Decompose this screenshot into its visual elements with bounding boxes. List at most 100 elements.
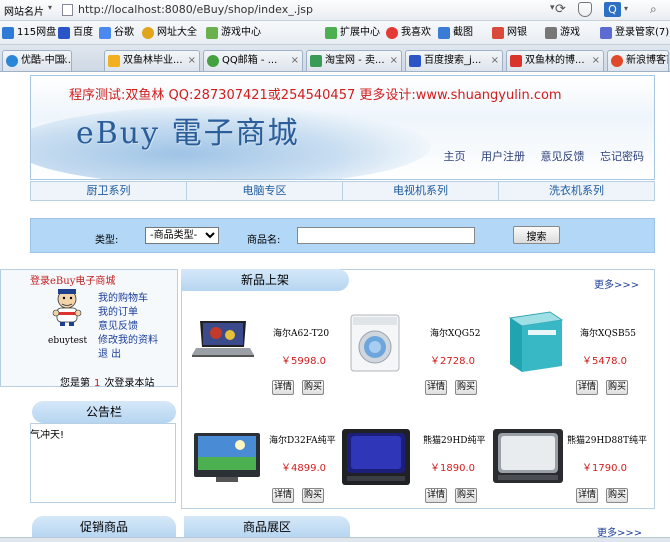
chevron-down-icon[interactable]: ▾ (48, 3, 52, 12)
site-logo: eBuy 電子商城 (76, 116, 300, 151)
tab-blog[interactable]: 双鱼林的博... × (506, 50, 604, 71)
user-panel-title: 登录eBuy电子商城 (30, 276, 116, 287)
buy-button[interactable]: 购买 (606, 488, 629, 503)
scissors-icon (438, 27, 450, 39)
product-price: ￥5998.0 (281, 356, 326, 367)
close-icon[interactable]: × (491, 51, 499, 70)
nav-forgot-password[interactable]: 忘记密码 (600, 150, 644, 163)
link-edit-profile[interactable]: 修改我的资料 (98, 334, 158, 348)
close-icon[interactable]: × (188, 51, 196, 70)
bank-icon (492, 27, 504, 39)
bookmark-screenshot[interactable]: 截图 (438, 25, 473, 41)
site-name-button[interactable]: 网站名片 (4, 3, 44, 18)
buy-button[interactable]: 购买 (455, 380, 478, 395)
link-orders[interactable]: 我的订单 (98, 306, 158, 320)
buy-button[interactable]: 购买 (302, 380, 325, 395)
product-name: 熊猫29HD纯平 (423, 436, 486, 446)
tab-shuangyulin[interactable]: 双鱼林毕业... × (104, 50, 200, 71)
detail-button[interactable]: 详情 (576, 488, 599, 503)
bookmark-baidu[interactable]: 百度 (58, 25, 93, 41)
product-image-crt-tv[interactable] (341, 427, 411, 487)
username: ebuytest (48, 336, 88, 346)
buy-button[interactable]: 购买 (302, 488, 325, 503)
star-icon (108, 55, 120, 67)
product-price: ￥2728.0 (430, 356, 475, 367)
category-washer[interactable]: 洗衣机系列 (499, 182, 654, 200)
product-name-input[interactable] (297, 227, 475, 244)
tab-taobao[interactable]: 淘宝网 - 卖... × (306, 50, 402, 71)
shop-icon (310, 55, 322, 67)
bookmark-login-manager[interactable]: 登录管家(7) (600, 25, 669, 41)
close-icon[interactable]: × (592, 51, 600, 70)
detail-button[interactable]: 详情 (425, 488, 448, 503)
product-image-laptop[interactable] (192, 319, 254, 359)
search-button[interactable]: 搜索 (513, 226, 560, 244)
search-bar: 类型: -商品类型- 商品名: 搜索 (30, 218, 655, 253)
game-icon (545, 27, 557, 39)
product-type-select[interactable]: -商品类型- (145, 227, 219, 244)
tab-youku[interactable]: 优酷-中国... × (2, 50, 72, 71)
bookmark-games[interactable]: 游戏中心 (206, 25, 261, 41)
google-icon (99, 27, 111, 39)
bookmark-115[interactable]: 115网盘 (2, 25, 56, 41)
nav-home[interactable]: 主页 (444, 150, 466, 163)
close-icon[interactable]: × (390, 51, 398, 70)
banner: 程序测试:双鱼林 QQ:287307421或254540457 更多设计:www… (30, 75, 655, 180)
notice-text: 气冲天! (30, 430, 65, 441)
refresh-icon[interactable]: ⟳ (555, 2, 566, 17)
puzzle-icon (325, 27, 337, 39)
bookmark-favorites[interactable]: 我喜欢 (386, 25, 431, 41)
bookmark-google[interactable]: 谷歌 (99, 25, 134, 41)
close-icon[interactable]: × (291, 51, 299, 70)
bookmark-bank[interactable]: 网银 (492, 25, 527, 41)
link-cart[interactable]: 我的购物车 (98, 292, 158, 306)
product-name: 海尔A62-T20 (273, 329, 330, 339)
address-bar: 网站名片 ▾ http://localhost:8080/eBuy/shop/i… (0, 0, 670, 21)
tab-qqmail[interactable]: QQ邮箱 - ... × (203, 50, 303, 71)
product-name: 熊猫29HD88T纯平 (567, 436, 647, 446)
close-icon[interactable]: × (60, 51, 68, 70)
more-new-products-link[interactable]: 更多>>> (594, 276, 639, 291)
dropdown-icon[interactable]: ▾ (550, 3, 555, 13)
detail-button[interactable]: 详情 (576, 380, 599, 395)
showcase-header: 商品展区 (184, 516, 350, 538)
globe-icon (142, 27, 154, 39)
tab-baidu-search[interactable]: 百度搜索_j... × (405, 50, 503, 71)
product-image-washer-top[interactable] (502, 310, 566, 374)
user-links: 我的购物车 我的订单 意见反馈 修改我的资料 退 出 (98, 292, 158, 362)
bookmark-hao[interactable]: 网址大全 (142, 25, 197, 41)
link-logout[interactable]: 退 出 (98, 348, 158, 362)
nav-feedback[interactable]: 意见反馈 (541, 150, 585, 163)
bookmark-game[interactable]: 游戏 (545, 25, 580, 41)
tab-strip: 优酷-中国... × 双鱼林毕业... × QQ邮箱 - ... × 淘宝网 - 卖.… (0, 45, 670, 72)
chevron-down-icon[interactable]: ▾ (624, 4, 628, 13)
product-name-label: 商品名: (247, 235, 281, 246)
shield-icon[interactable] (578, 2, 592, 17)
category-computer[interactable]: 电脑专区 (187, 182, 343, 200)
buy-button[interactable]: 购买 (455, 488, 478, 503)
product-image-crt-tv-silver[interactable] (492, 427, 564, 485)
detail-button[interactable]: 详情 (272, 488, 295, 503)
paw-icon (409, 55, 421, 67)
play-icon (6, 55, 18, 67)
product-image-tv[interactable] (192, 429, 262, 483)
search-icon[interactable]: Q (604, 2, 621, 17)
bookmarks-bar: 115网盘 百度 谷歌 网址大全 游戏中心 扩展中心 我喜欢 截图 网银 游戏 … (0, 21, 670, 45)
detail-button[interactable]: 详情 (425, 380, 448, 395)
tab-sina[interactable]: 新浪博客首 (607, 50, 669, 71)
link-feedback[interactable]: 意见反馈 (98, 320, 158, 334)
top-nav: 主页 用户注册 意见反馈 忘记密码 (432, 148, 645, 164)
url-input[interactable]: http://localhost:8080/eBuy/shop/index_.j… (78, 3, 313, 16)
magnifier-icon[interactable]: ⌕ (650, 2, 657, 17)
product-image-washer[interactable] (347, 313, 403, 373)
category-kitchen[interactable]: 厨卫系列 (31, 182, 187, 200)
notice-header: 公告栏 (32, 401, 176, 423)
paw-icon (58, 27, 70, 39)
buy-button[interactable]: 购买 (606, 380, 629, 395)
detail-button[interactable]: 详情 (272, 380, 295, 395)
category-bar: 厨卫系列 电脑专区 电视机系列 洗衣机系列 (30, 181, 655, 201)
product-name: 海尔D32FA纯平 (269, 436, 336, 446)
bookmark-extensions[interactable]: 扩展中心 (325, 25, 380, 41)
nav-register[interactable]: 用户注册 (481, 150, 525, 163)
category-tv[interactable]: 电视机系列 (343, 182, 499, 200)
